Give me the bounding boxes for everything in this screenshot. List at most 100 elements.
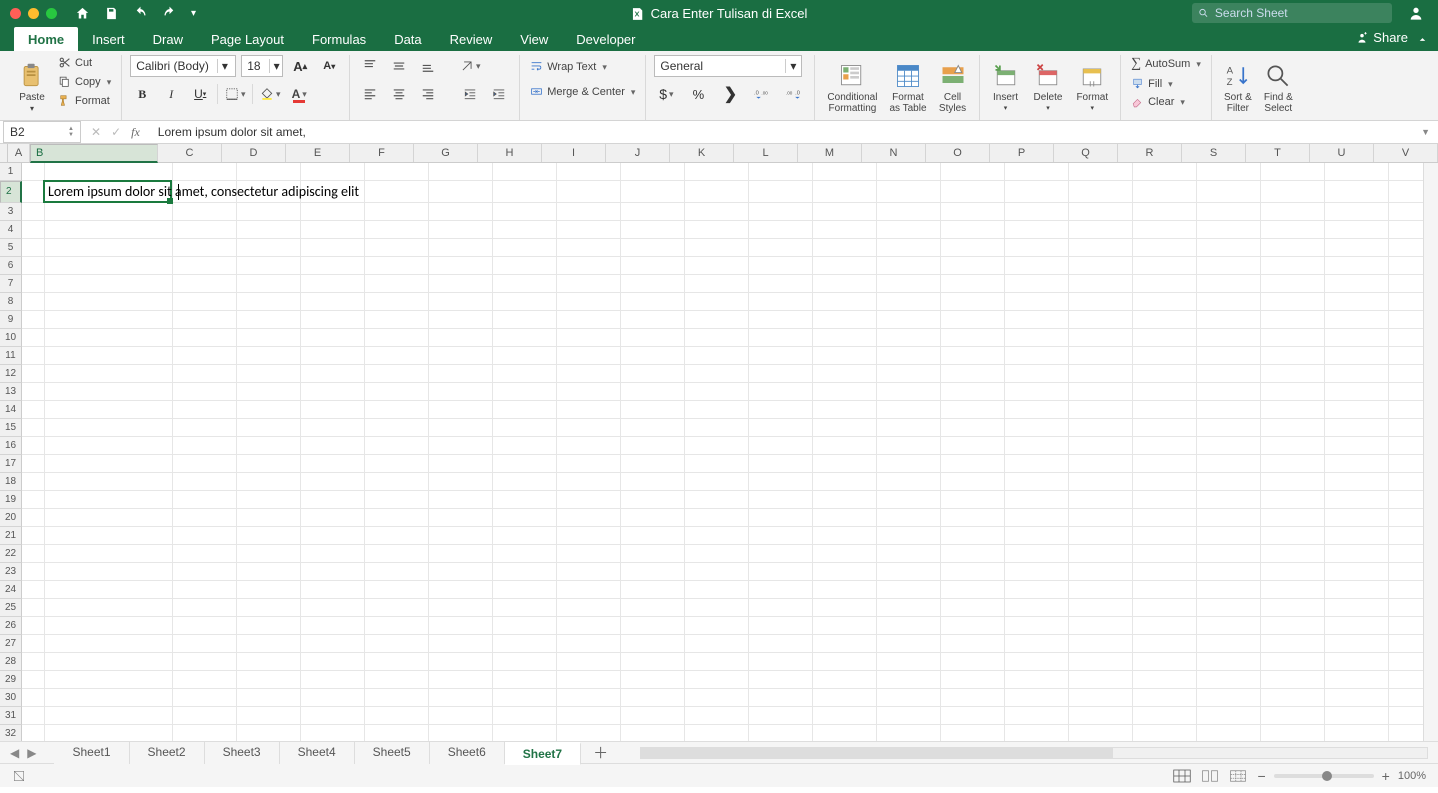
increase-indent-icon[interactable] — [487, 83, 511, 105]
column-header-H[interactable]: H — [478, 144, 542, 162]
number-format-select[interactable]: General▾ — [654, 55, 802, 77]
ribbon-tab-formulas[interactable]: Formulas — [298, 27, 380, 51]
save-icon[interactable] — [104, 6, 119, 21]
column-header-C[interactable]: C — [158, 144, 222, 162]
ribbon-tab-review[interactable]: Review — [436, 27, 507, 51]
increase-font-icon[interactable]: A▴ — [288, 55, 312, 77]
ribbon-tab-data[interactable]: Data — [380, 27, 435, 51]
autosum-button[interactable]: ∑AutoSum — [1129, 55, 1203, 73]
row-header-16[interactable]: 16 — [0, 437, 22, 455]
ribbon-tab-view[interactable]: View — [506, 27, 562, 51]
row-header-24[interactable]: 24 — [0, 581, 22, 599]
zoom-level[interactable]: 100% — [1398, 770, 1426, 782]
column-header-S[interactable]: S — [1182, 144, 1246, 162]
fx-icon[interactable]: fx — [131, 125, 140, 140]
sheet-tab-sheet7[interactable]: Sheet7 — [505, 742, 581, 765]
increase-decimal-icon[interactable]: .0.00 — [750, 83, 774, 105]
format-as-table-button[interactable]: Format as Table — [885, 55, 930, 120]
column-header-G[interactable]: G — [414, 144, 478, 162]
row-header-15[interactable]: 15 — [0, 419, 22, 437]
row-header-26[interactable]: 26 — [0, 617, 22, 635]
row-header-3[interactable]: 3 — [0, 203, 22, 221]
cells-area[interactable]: Lorem ipsum dolor sit amet, consectetur … — [22, 163, 1438, 741]
align-middle-icon[interactable] — [387, 55, 411, 77]
row-header-22[interactable]: 22 — [0, 545, 22, 563]
column-header-I[interactable]: I — [542, 144, 606, 162]
paste-button[interactable]: Paste ▾ — [14, 55, 50, 120]
home-icon[interactable] — [75, 6, 90, 21]
ribbon-tab-home[interactable]: Home — [14, 27, 78, 51]
vertical-scrollbar[interactable] — [1423, 163, 1438, 741]
column-header-Q[interactable]: Q — [1054, 144, 1118, 162]
row-header-17[interactable]: 17 — [0, 455, 22, 473]
column-header-A[interactable]: A — [8, 144, 30, 162]
format-cells-button[interactable]: Format▾ — [1072, 55, 1112, 120]
fill-color-button[interactable] — [258, 83, 282, 105]
sort-filter-button[interactable]: AZSort & Filter — [1220, 55, 1256, 120]
column-header-R[interactable]: R — [1118, 144, 1182, 162]
bold-button[interactable]: B — [130, 83, 154, 105]
merge-center-button[interactable]: Merge & Center — [528, 84, 637, 99]
ribbon-tab-page-layout[interactable]: Page Layout — [197, 27, 298, 51]
page-layout-view-icon[interactable] — [1201, 769, 1219, 783]
search-sheet-box[interactable] — [1192, 3, 1392, 23]
font-name-select[interactable]: Calibri (Body)▾ — [130, 55, 236, 77]
row-header-19[interactable]: 19 — [0, 491, 22, 509]
sheet-tab-sheet2[interactable]: Sheet2 — [130, 742, 205, 764]
conditional-formatting-button[interactable]: Conditional Formatting — [823, 55, 881, 120]
column-header-P[interactable]: P — [990, 144, 1054, 162]
row-header-31[interactable]: 31 — [0, 707, 22, 725]
zoom-in-icon[interactable]: + — [1382, 768, 1390, 784]
sheet-tab-sheet6[interactable]: Sheet6 — [430, 742, 505, 764]
column-header-J[interactable]: J — [606, 144, 670, 162]
cell-styles-button[interactable]: Cell Styles — [935, 55, 971, 120]
next-sheet-icon[interactable]: ▶ — [27, 746, 36, 760]
row-header-6[interactable]: 6 — [0, 257, 22, 275]
font-color-button[interactable]: A — [287, 83, 311, 105]
row-header-5[interactable]: 5 — [0, 239, 22, 257]
percent-format-icon[interactable]: % — [686, 83, 710, 105]
column-header-T[interactable]: T — [1246, 144, 1310, 162]
zoom-out-icon[interactable]: − — [1257, 768, 1265, 784]
row-header-25[interactable]: 25 — [0, 599, 22, 617]
orientation-button[interactable] — [458, 55, 482, 77]
column-header-L[interactable]: L — [734, 144, 798, 162]
comma-format-icon[interactable]: ❯ — [718, 83, 742, 105]
ribbon-tab-insert[interactable]: Insert — [78, 27, 139, 51]
row-header-30[interactable]: 30 — [0, 689, 22, 707]
row-header-13[interactable]: 13 — [0, 383, 22, 401]
share-button[interactable]: Share — [1355, 30, 1408, 45]
row-header-11[interactable]: 11 — [0, 347, 22, 365]
zoom-slider[interactable] — [1274, 774, 1374, 778]
underline-button[interactable]: U▾ — [188, 83, 212, 105]
ribbon-tab-draw[interactable]: Draw — [139, 27, 197, 51]
row-header-9[interactable]: 9 — [0, 311, 22, 329]
row-header-23[interactable]: 23 — [0, 563, 22, 581]
row-header-20[interactable]: 20 — [0, 509, 22, 527]
user-account-icon[interactable] — [1408, 5, 1424, 21]
cancel-edit-icon[interactable]: ✕ — [91, 125, 101, 139]
sheet-tab-sheet3[interactable]: Sheet3 — [205, 742, 280, 764]
row-header-32[interactable]: 32 — [0, 725, 22, 741]
align-left-icon[interactable] — [358, 83, 382, 105]
row-header-29[interactable]: 29 — [0, 671, 22, 689]
wrap-text-button[interactable]: Wrap Text — [528, 59, 637, 74]
row-header-7[interactable]: 7 — [0, 275, 22, 293]
maximize-window-icon[interactable] — [46, 8, 57, 19]
row-header-10[interactable]: 10 — [0, 329, 22, 347]
row-header-14[interactable]: 14 — [0, 401, 22, 419]
sheet-tab-sheet1[interactable]: Sheet1 — [54, 742, 129, 764]
row-header-27[interactable]: 27 — [0, 635, 22, 653]
copy-button[interactable]: Copy — [56, 74, 113, 89]
undo-icon[interactable] — [133, 6, 148, 21]
column-header-D[interactable]: D — [222, 144, 286, 162]
decrease-font-icon[interactable]: A▾ — [317, 55, 341, 77]
row-header-2[interactable]: 2 — [0, 181, 22, 203]
font-size-select[interactable]: 18▾ — [241, 55, 283, 77]
name-box[interactable]: B2 ▲▼ — [3, 121, 81, 143]
normal-view-icon[interactable] — [1173, 769, 1191, 783]
ribbon-tab-developer[interactable]: Developer — [562, 27, 649, 51]
column-header-K[interactable]: K — [670, 144, 734, 162]
column-header-V[interactable]: V — [1374, 144, 1438, 162]
delete-cells-button[interactable]: Delete▾ — [1030, 55, 1067, 120]
